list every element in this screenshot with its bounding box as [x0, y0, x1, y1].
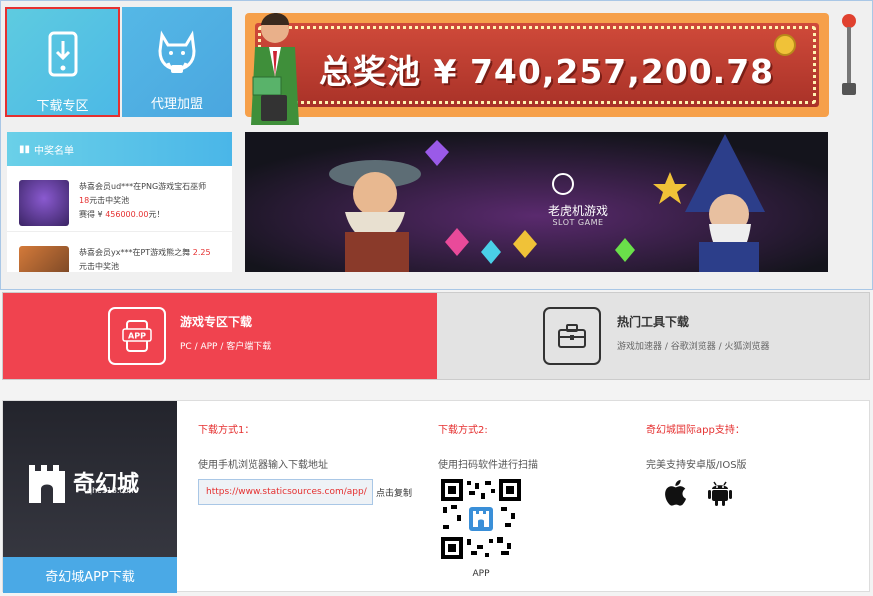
jackpot-amount: 总奖池 ¥ 740,257,200.78: [319, 52, 775, 91]
winner-bet-amount: 2.25: [192, 248, 211, 257]
winner-text-line: 恭喜会员ud***在PNG游戏宝石巫师: [79, 182, 207, 191]
winners-list: ▮▮ 中奖名单 恭喜会员ud***在PNG游戏宝石巫师 18元击中奖池 赛得 ¥…: [7, 132, 232, 272]
coin-icon: [774, 34, 796, 56]
brand-box: 奇幻城 qhc118.com 奇幻城APP下载: [3, 401, 177, 593]
download-zone-tile[interactable]: 下载专区: [5, 7, 120, 117]
winner-item: 恭喜会员yx***在PT游戏熊之舞 2.25 元击中奖池: [7, 232, 232, 272]
top-section: 下载专区 代理加盟 总奖池 ¥ 740,257,200.78 ▮▮ 中奖名单 恭…: [0, 0, 873, 290]
download-method-2: 下载方式2: 使用扫码软件进行扫描: [438, 425, 538, 471]
winner-prize-amount: 456000.00: [105, 210, 149, 219]
slot-game-banner[interactable]: 老虎机游戏 SLOT GAME: [245, 132, 828, 272]
url-row: 点击复制: [198, 479, 412, 505]
tab-game-subtitle: PC / APP / 客户端下载: [180, 342, 272, 352]
apple-icon[interactable]: [663, 479, 687, 507]
svg-text:APP: APP: [128, 332, 146, 341]
android-icon[interactable]: [707, 479, 733, 507]
tab-tools-subtitle: 游戏加速器 / 谷歌浏览器 / 火狐浏览器: [617, 342, 770, 352]
tab-tools-title: 热门工具下载: [617, 315, 690, 329]
slot-game-title: 老虎机游戏: [547, 204, 608, 218]
tab-tools-download[interactable]: 热门工具下载 游戏加速器 / 谷歌浏览器 / 火狐浏览器: [437, 293, 869, 379]
os-icons: [663, 479, 733, 507]
agent-join-tile[interactable]: 代理加盟: [122, 7, 232, 117]
brand-url: qhc118.com: [87, 486, 137, 495]
winner-bet-amount: 18: [79, 196, 90, 205]
download-method-1: 下载方式1： 使用手机浏览器输入下载地址: [198, 425, 328, 471]
phone-download-icon: [7, 31, 118, 81]
copy-button[interactable]: 点击复制: [376, 486, 412, 499]
slot-game-artwork: [245, 132, 828, 272]
slot-lever-icon: [842, 14, 856, 95]
toolbox-icon: [543, 307, 601, 365]
trophy-icon: ▮▮: [19, 143, 31, 155]
game-thumbnail: [19, 246, 69, 272]
download-url-field[interactable]: [198, 479, 373, 505]
castle-icon: [29, 465, 65, 503]
app-support: 奇幻城国际app支持： 完美支持安卓版/IOS版: [646, 425, 747, 471]
winner-item: 恭喜会员ud***在PNG游戏宝石巫师 18元击中奖池 赛得 ¥ 456000.…: [7, 166, 232, 232]
businessman-illustration: [251, 13, 299, 125]
download-zone-label: 下载专区: [36, 99, 89, 114]
winner-text-line: 恭喜会员yx***在PT游戏熊之舞: [79, 248, 191, 257]
slot-game-subtitle: SLOT GAME: [552, 218, 604, 227]
jackpot-banner: 总奖池 ¥ 740,257,200.78: [245, 13, 829, 125]
qr-code: [441, 479, 521, 559]
download-panel: 奇幻城 qhc118.com 奇幻城APP下载 下载方式1： 使用手机浏览器输入…: [2, 400, 870, 593]
agent-join-label: 代理加盟: [150, 97, 203, 112]
lucky-cat-icon: [122, 29, 232, 79]
game-thumbnail: [19, 180, 69, 226]
brand-logo: 奇幻城: [27, 457, 157, 507]
tab-game-title: 游戏专区下载: [180, 315, 253, 329]
tab-game-download[interactable]: APP 游戏专区下载 PC / APP / 客户端下载: [3, 293, 437, 379]
qr-label: APP: [472, 569, 490, 579]
brand-app-download-button[interactable]: 奇幻城APP下载: [3, 557, 177, 593]
winners-heading: ▮▮ 中奖名单: [7, 132, 232, 166]
download-tabs: APP 游戏专区下载 PC / APP / 客户端下载 热门工具下载 游戏加速器…: [2, 292, 870, 380]
app-icon: APP: [108, 307, 166, 365]
